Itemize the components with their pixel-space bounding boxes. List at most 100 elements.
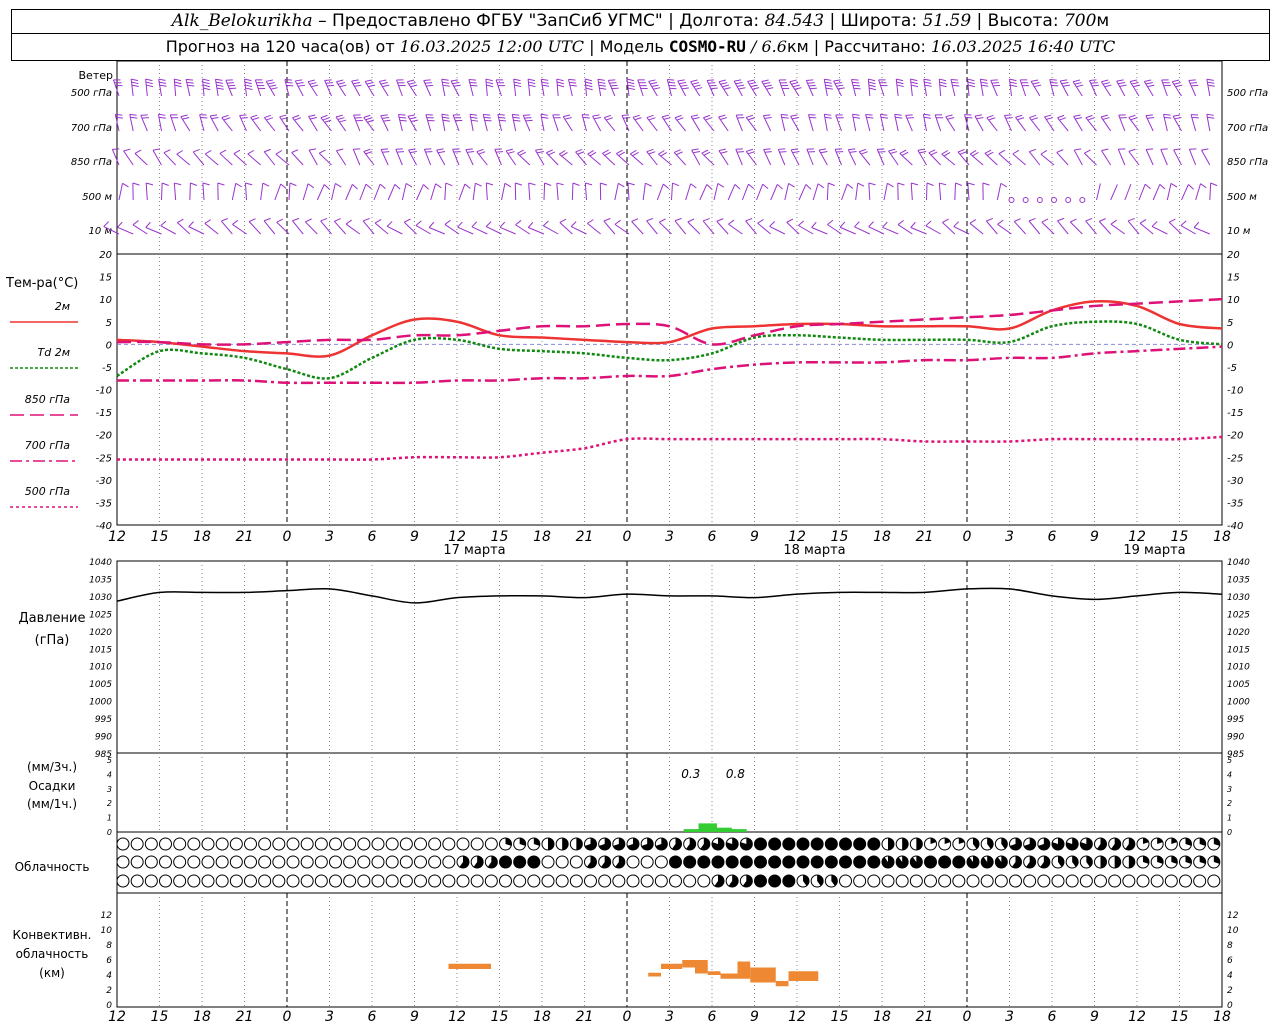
convective-bar (788, 971, 819, 981)
pressure-ytick-label: 1020 (89, 628, 112, 638)
wind-barb-icon (556, 79, 559, 97)
wind-barb-feather (216, 84, 224, 87)
wind-barb-icon (134, 153, 148, 166)
wind-barb-feather (469, 113, 478, 116)
wind-barb-feather (221, 218, 229, 222)
hour-tick-label: 15 (151, 529, 169, 545)
wind-barb-icon (769, 225, 786, 235)
wind-barb-feather (464, 183, 471, 189)
wind-barb-feather (646, 114, 654, 119)
cloud-cover-icon (272, 874, 286, 888)
wind-barb-feather (880, 113, 888, 116)
hour-tick-label-bottom: 6 (368, 1009, 377, 1024)
cloud-cover-icon (470, 874, 484, 888)
wind-barb-feather (667, 79, 675, 81)
wind-barb-feather (1173, 114, 1181, 117)
wind-barb-feather (824, 78, 832, 81)
cloud-cover-icon (201, 874, 215, 888)
wind-barb-feather (939, 182, 947, 186)
pressure-ytick-label-right: 1015 (1227, 645, 1250, 655)
wind-barb-icon (646, 151, 658, 166)
wind-barb-icon (430, 183, 437, 201)
wind-barb-feather (1041, 218, 1049, 223)
wind-barb-feather (540, 113, 548, 116)
wind-barb-feather (407, 79, 415, 83)
wind-barb-feather (604, 114, 612, 119)
wind-barb-icon (882, 226, 899, 235)
wind-barb-feather (1060, 79, 1068, 82)
wind-barb-feather (646, 217, 654, 222)
wind-barb-feather (394, 184, 401, 190)
cloud-fill (754, 838, 767, 850)
wind-barb-feather (1144, 79, 1152, 82)
cloud-cover-icon (1108, 874, 1122, 888)
pressure-ytick-label: 1025 (89, 610, 112, 620)
wind-barb-icon (646, 220, 658, 235)
wind-barb-feather (648, 151, 656, 155)
wind-barb-feather (1000, 182, 1008, 188)
wind-barb-feather (1032, 82, 1040, 85)
meteogram: 12 15 18 21 0 3 6 9 12 15 18 21 0 3 6 9 12 15 18 21 0 3 6 9 12 15… (5, 60, 1268, 1024)
wind-barb-icon (1139, 222, 1154, 235)
wind-barb-feather (939, 78, 947, 82)
wind-barb-feather (853, 116, 861, 119)
cloud-cover-icon (428, 874, 442, 888)
wind-barb-feather (817, 183, 825, 189)
wind-barb-feather (519, 151, 526, 156)
hour-tick-label-bottom: 9 (410, 1009, 419, 1024)
wind-barb-icon (996, 183, 1002, 201)
wind-barb-feather (788, 182, 795, 188)
wind-barb-feather (146, 182, 154, 186)
wind-barb-feather (180, 114, 188, 118)
cloud-cover-icon (1023, 874, 1037, 888)
wind-barb-feather (327, 84, 335, 87)
cloud-cover-icon (187, 874, 201, 888)
wind-barb-feather (130, 116, 138, 119)
precip-ytick-label-right: 5 (1227, 756, 1232, 765)
cloud-cover-icon (343, 855, 357, 869)
wind-barb-feather (598, 81, 606, 84)
wind-barb-icon (727, 184, 736, 201)
cloud-fill (811, 856, 824, 868)
wind-barb-feather (515, 220, 522, 226)
wind-barb-icon (1028, 220, 1041, 235)
wind-barb-feather (176, 150, 183, 155)
calm-wind-circle (1022, 197, 1029, 203)
wind-barb-icon (345, 184, 353, 201)
wind-barb-feather (897, 182, 905, 186)
wind-barb-feather (292, 217, 300, 222)
wind-barb-feather (986, 151, 994, 156)
wind-level-label-right: 500 м (1227, 192, 1257, 203)
wind-barb-feather (618, 151, 625, 157)
wind-barb-feather (177, 218, 184, 223)
wind-barb-icon (501, 183, 506, 201)
wind-barb-feather (926, 182, 934, 186)
wind-barb-icon (823, 114, 828, 132)
wind-barb-icon (117, 226, 134, 235)
wind-barb-icon (646, 117, 658, 132)
wind-barb-feather (798, 220, 805, 226)
cloud-cover-icon (1179, 874, 1192, 888)
wind-barb-feather (997, 219, 1004, 225)
wind-barb-feather (1170, 182, 1178, 188)
wind-barb-feather (878, 151, 886, 153)
wind-barb-icon (220, 220, 233, 235)
wind-barb-feather (159, 81, 167, 84)
wind-barb-feather (1102, 82, 1110, 85)
wind-barb-icon (189, 182, 191, 201)
wind-barb-icon (852, 114, 857, 132)
temp-ytick-label-right: -35 (1227, 498, 1243, 509)
wind-barb-feather (722, 84, 730, 88)
wind-barb-icon (568, 79, 573, 97)
calm-wind-circle (1065, 197, 1072, 203)
wind-barb-feather (548, 151, 556, 156)
wind-barb-feather (485, 221, 492, 227)
cloud-cover-icon (669, 874, 682, 888)
wind-barb-icon (894, 114, 899, 132)
wind-barb-feather (676, 151, 683, 156)
wind-barb-icon (984, 152, 998, 166)
convective-bar (720, 973, 738, 979)
wind-barb-feather (618, 182, 625, 188)
wind-barb-icon (1110, 223, 1126, 235)
wind-barb-feather (990, 79, 998, 81)
